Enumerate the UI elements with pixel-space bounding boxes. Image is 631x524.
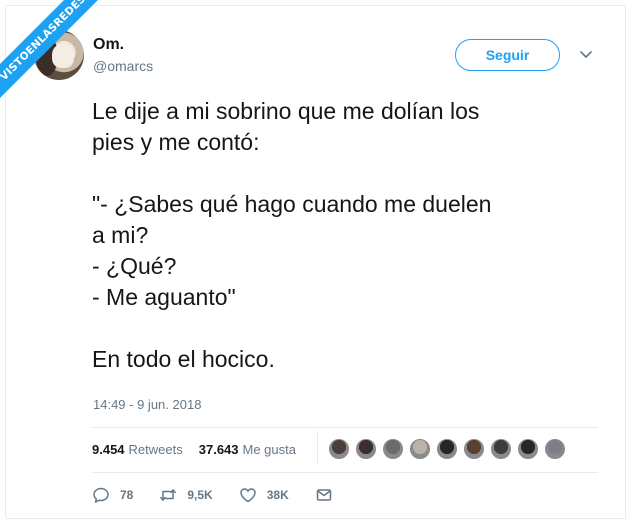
user-handle[interactable]: @omarcs — [93, 58, 153, 74]
liker-avatar[interactable] — [435, 437, 459, 461]
reply-icon — [93, 487, 109, 503]
tweet-line: a mi? — [92, 222, 149, 248]
heart-icon — [239, 488, 256, 503]
tweet-text: Le dije a mi sobrino que me dolían los p… — [92, 96, 597, 375]
tweet-line: pies y me contó: — [92, 129, 260, 155]
chevron-down-icon[interactable] — [578, 46, 594, 62]
likes-label[interactable]: Me gusta — [243, 442, 296, 457]
divider — [92, 472, 598, 473]
timestamp[interactable]: 14:49 - 9 jun. 2018 — [93, 397, 201, 412]
liker-avatar[interactable] — [543, 437, 567, 461]
reply-button[interactable]: 78 — [92, 486, 133, 504]
tweet-stats: 9.454 Retweets 37.643 Me gusta — [92, 442, 296, 457]
tweet-line: En todo el hocico. — [92, 346, 275, 372]
tweet-actions: 78 9,5K 38K — [92, 486, 359, 504]
divider — [92, 427, 598, 428]
liker-avatar[interactable] — [381, 437, 405, 461]
message-button[interactable] — [315, 486, 333, 504]
reply-count: 78 — [120, 488, 134, 502]
retweets-label[interactable]: Retweets — [129, 442, 183, 457]
tweet-line: - ¿Qué? — [92, 253, 177, 279]
retweet-count: 9,5K — [187, 488, 213, 502]
retweet-button[interactable]: 9,5K — [159, 486, 213, 504]
stats-separator — [317, 431, 318, 465]
liker-avatar[interactable] — [516, 437, 540, 461]
tweet-line: "- ¿Sabes qué hago cuando me duelen — [92, 191, 492, 217]
user-name[interactable]: Om. — [93, 36, 124, 54]
like-count: 38K — [266, 488, 289, 502]
retweets-count[interactable]: 9.454 — [92, 442, 125, 457]
retweet-icon — [160, 489, 177, 501]
liker-avatar[interactable] — [327, 437, 351, 461]
follow-button[interactable]: Seguir — [455, 39, 560, 71]
liker-avatar[interactable] — [489, 437, 513, 461]
envelope-icon — [316, 489, 331, 501]
tweet-line: Le dije a mi sobrino que me dolían los — [92, 98, 480, 124]
like-button[interactable]: 38K — [239, 486, 289, 504]
liker-avatars — [327, 437, 570, 463]
likes-count[interactable]: 37.643 — [199, 442, 239, 457]
tweet-line: - Me aguanto" — [92, 284, 236, 310]
liker-avatar[interactable] — [354, 437, 378, 461]
liker-avatar[interactable] — [408, 437, 432, 461]
liker-avatar[interactable] — [462, 437, 486, 461]
